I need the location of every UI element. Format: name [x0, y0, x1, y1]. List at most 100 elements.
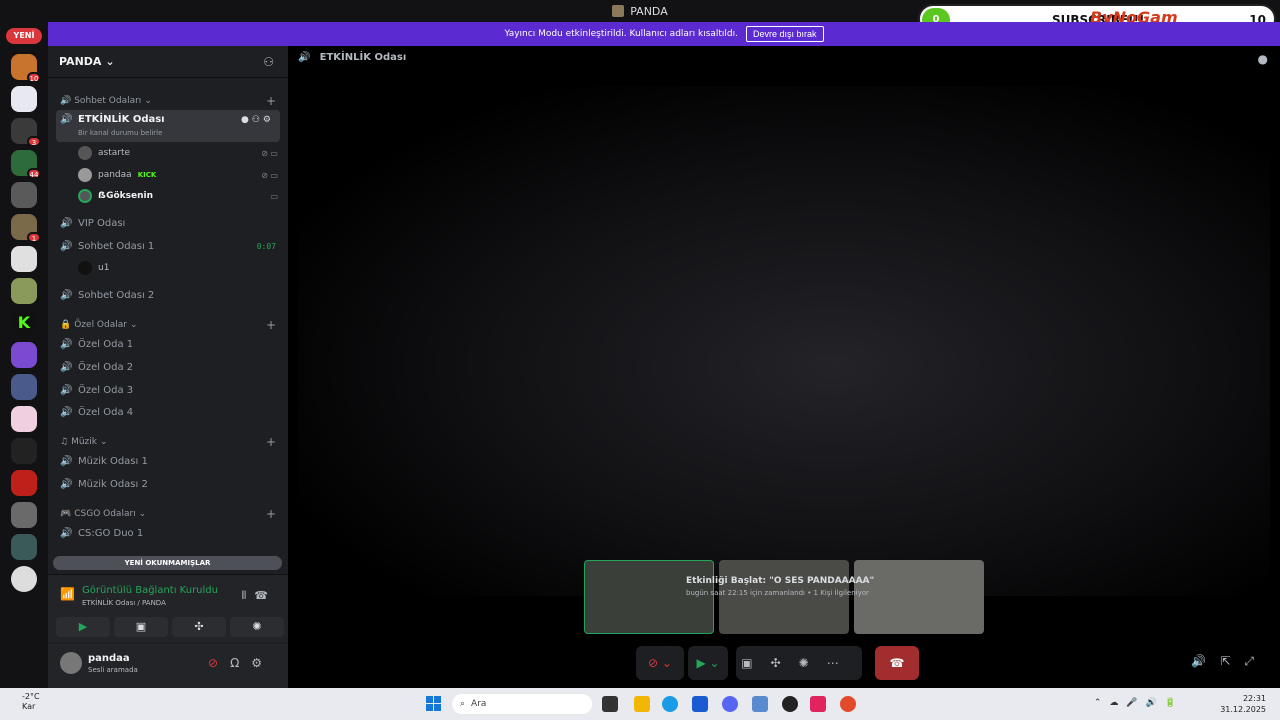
add-channel-icon[interactable]: + — [266, 94, 276, 108]
user-controls[interactable]: ⊘Ω⚙ — [208, 656, 274, 670]
voice-user-pandaa[interactable]: pandaa KICK ⊘ ▭ — [78, 165, 278, 185]
kick-server-icon[interactable]: K — [11, 310, 37, 336]
category-csgo[interactable]: 🎮 CSGO Odaları ⌄ + — [60, 507, 276, 521]
event-subtitle: bugün saat 22:15 için zamanlandı • 1 Kiş… — [686, 589, 869, 597]
new-unread-pill[interactable]: YENİ OKUNMAMIŞLAR — [53, 556, 282, 570]
channel-name: Sohbet Odası 2 — [78, 289, 155, 301]
channel-sohbet1[interactable]: 🔊 Sohbet Odası 1 0:07 — [56, 236, 280, 256]
server-icon[interactable] — [11, 566, 37, 592]
channel-ozel4[interactable]: 🔊 Özel Oda 4 — [56, 402, 280, 422]
server-icon[interactable] — [11, 502, 37, 528]
main-video-feed[interactable] — [298, 86, 1270, 596]
system-tray[interactable]: ⌃☁🎤🔊🔋 — [1094, 698, 1184, 708]
server-icon[interactable] — [11, 406, 37, 432]
voice-user-goksenin[interactable]: ẞGöksenin ▭ — [78, 186, 278, 206]
event-notice[interactable]: Etkinliği Başlat: "O SES PANDAAAAA" bugü… — [686, 576, 874, 597]
server-icon[interactable] — [11, 182, 37, 208]
server-icon[interactable]: 10 — [11, 54, 41, 83]
channel-name: CS:GO Duo 1 — [78, 527, 144, 539]
speaker-icon: 🔊 — [60, 406, 73, 418]
edge-icon[interactable] — [662, 696, 678, 712]
server-icon[interactable]: 44 — [11, 150, 41, 179]
screen-share-button[interactable]: ▣ — [114, 617, 168, 637]
tiktok-icon[interactable] — [810, 696, 826, 712]
taskbar-search[interactable]: ⌕ Ara — [452, 694, 592, 714]
stage-controls[interactable]: ▣✣✺⋯ — [736, 646, 862, 680]
chevron-down-icon: ⌄ — [129, 320, 138, 330]
server-icon[interactable]: 3 — [11, 118, 41, 147]
store-icon[interactable] — [692, 696, 708, 712]
server-icon[interactable]: 1 — [11, 214, 41, 243]
chat-icon[interactable]: ● — [1258, 52, 1268, 66]
video-thumbnail[interactable] — [854, 560, 984, 634]
category-muzik[interactable]: ♫ Müzik ⌄ + — [60, 435, 276, 449]
add-channel-icon[interactable]: + — [266, 507, 276, 521]
signal-icon[interactable]: 📶 — [60, 587, 75, 601]
add-user-icon[interactable]: ⚇ — [263, 55, 274, 69]
camera-icon: ⊘ ▭ — [261, 170, 278, 180]
stage-right-controls[interactable]: 🔊⇱⤢ — [1191, 654, 1268, 669]
channel-muzik1[interactable]: 🔊 Müzik Odası 1 — [56, 451, 280, 471]
server-header[interactable]: PANDA ⌄ ⚇ — [48, 46, 288, 78]
channel-etkinlik[interactable]: 🔊 ETKİNLİK Odası Bir kanal durumu belirl… — [56, 110, 280, 142]
gear-icon[interactable]: ⚙ — [251, 656, 274, 670]
soundboard-button[interactable]: ✺ — [230, 617, 284, 637]
clock[interactable]: 22:31 31.12.2025 — [1220, 693, 1266, 715]
disable-streamer-mode-button[interactable]: Devre dışı bırak — [746, 26, 824, 42]
channel-vip[interactable]: 🔊 VIP Odası — [56, 213, 280, 233]
mute-icon[interactable]: ⊘ — [208, 656, 230, 670]
channel-name: Özel Oda 3 — [78, 384, 134, 396]
server-icon[interactable] — [11, 246, 37, 272]
channel-csgo1[interactable]: 🔊 CS:GO Duo 1 — [56, 523, 280, 543]
add-channel-icon[interactable]: + — [266, 435, 276, 449]
server-icon[interactable] — [11, 534, 37, 560]
chevron-down-icon: ⌄ — [105, 55, 115, 68]
server-icon[interactable] — [11, 374, 37, 400]
voice-panel-actions[interactable]: ⦀☎ — [241, 589, 276, 603]
voice-user-u1[interactable]: u1 — [78, 258, 278, 278]
video-thumbnail[interactable] — [584, 560, 714, 634]
kick-badge: KICK — [137, 171, 157, 179]
video-thumbnail[interactable] — [719, 560, 849, 634]
disconnect-button[interactable]: ☎ — [875, 646, 919, 680]
channel-name: Özel Oda 2 — [78, 361, 134, 373]
category-sohbet[interactable]: 🔊 Sohbet Odaları ⌄ + — [60, 94, 276, 108]
server-icon[interactable] — [11, 86, 37, 112]
channel-ozel1[interactable]: 🔊 Özel Oda 1 — [56, 334, 280, 354]
speaker-icon: 🔊 — [60, 384, 73, 396]
settings-app-icon[interactable] — [752, 696, 768, 712]
channel-status[interactable]: Bir kanal durumu belirle — [78, 129, 162, 137]
windows-start-icon[interactable] — [426, 696, 441, 711]
activities-button[interactable]: ✣ — [172, 617, 226, 637]
avatar[interactable] — [60, 652, 82, 674]
new-badge[interactable]: YENİ — [6, 28, 42, 44]
speaker-icon: 🔊 — [60, 527, 73, 539]
chrome-icon[interactable] — [840, 696, 856, 712]
server-badge: 10 — [27, 72, 41, 83]
channel-muzik2[interactable]: 🔊 Müzik Odası 2 — [56, 474, 280, 494]
chevron-down-icon: ⌄ — [99, 437, 108, 447]
app-icon — [612, 5, 625, 17]
discord-icon[interactable] — [722, 696, 738, 712]
voice-location[interactable]: ETKİNLİK Odası / PANDA — [82, 599, 166, 607]
weather-widget[interactable]: -2°C Kar — [22, 692, 40, 712]
task-view-icon[interactable] — [602, 696, 618, 712]
channel-sohbet2[interactable]: 🔊 Sohbet Odası 2 — [56, 285, 280, 305]
mute-toggle-button[interactable]: ⊘ ⌄ — [636, 646, 684, 680]
headphones-icon[interactable]: Ω — [230, 656, 251, 670]
file-explorer-icon[interactable] — [634, 696, 650, 712]
server-icon[interactable] — [11, 278, 37, 304]
server-icon[interactable] — [11, 342, 37, 368]
channel-ozel2[interactable]: 🔊 Özel Oda 2 — [56, 357, 280, 377]
category-ozel[interactable]: 🔒 Özel Odalar ⌄ + — [60, 318, 276, 332]
camera-button[interactable]: ▶ — [56, 617, 110, 637]
channel-action-icons[interactable]: ●⚇⚙ — [241, 115, 274, 125]
server-icon[interactable] — [11, 438, 37, 464]
voice-user-astarte[interactable]: astarte ⊘ ▭ — [78, 143, 278, 163]
camera-toggle-button[interactable]: ▶ ⌄ — [688, 646, 728, 680]
server-icon[interactable] — [11, 470, 37, 496]
channel-ozel3[interactable]: 🔊 Özel Oda 3 — [56, 380, 280, 400]
speaker-icon: 🔊 — [298, 52, 311, 63]
steam-icon[interactable] — [782, 696, 798, 712]
add-channel-icon[interactable]: + — [266, 318, 276, 332]
